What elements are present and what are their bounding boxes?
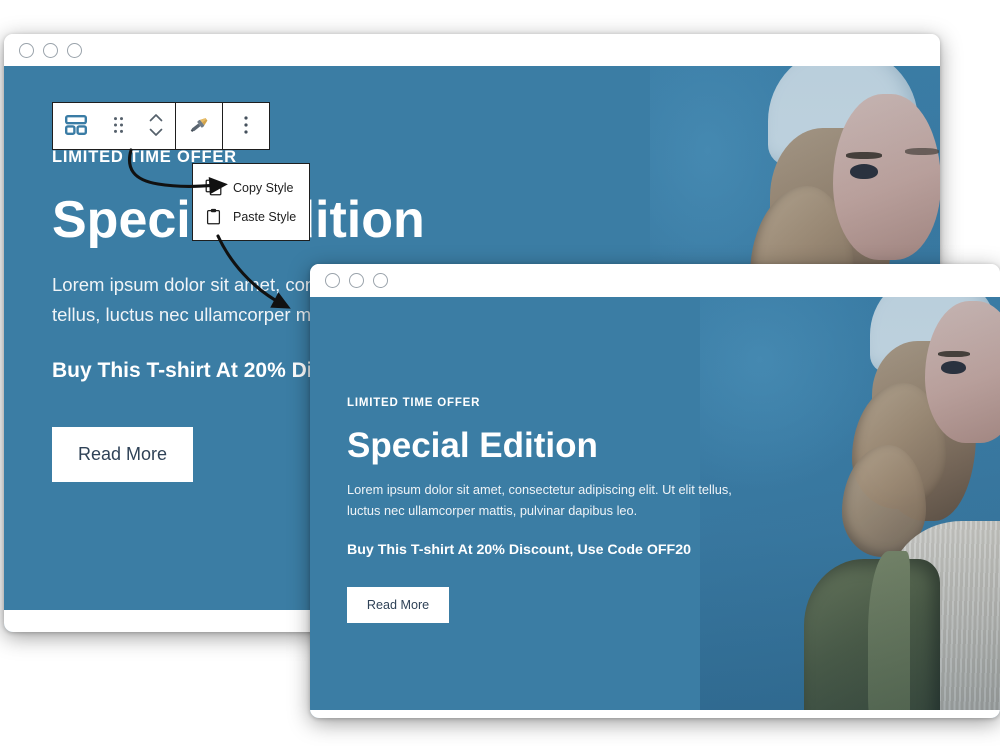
- hero-banner-front: LIMITED TIME OFFER Special Edition Lorem…: [310, 297, 1000, 718]
- window-minimize-dot[interactable]: [43, 42, 58, 58]
- hero-offer: Buy This T-shirt At 20% Discount, Use Co…: [347, 541, 691, 558]
- read-more-button[interactable]: Read More: [52, 426, 194, 482]
- hero-paragraph: Lorem ipsum dolor sit amet, consectetur …: [347, 482, 732, 518]
- drag-dots-icon: [113, 116, 124, 137]
- block-toolbar-group-styles: [176, 103, 223, 149]
- read-more-button[interactable]: Read More: [347, 587, 449, 624]
- window-maximize-dot[interactable]: [67, 42, 82, 58]
- hero-eyebrow: LIMITED TIME OFFER: [347, 397, 481, 409]
- menu-item-label: Copy Style: [233, 180, 294, 195]
- menu-item-copy-style[interactable]: Copy Style: [193, 173, 309, 202]
- style-dropdown-menu[interactable]: Copy Style Paste Style: [192, 163, 310, 241]
- copy-icon: [205, 179, 222, 196]
- browser-window-front[interactable]: LIMITED TIME OFFER Special Edition Lorem…: [310, 264, 1000, 718]
- hero-bottom-strip-front: [310, 710, 1000, 718]
- clipboard-icon: [205, 208, 222, 225]
- styles-button[interactable]: [176, 103, 222, 149]
- screenshot-stage: LIMITED TIME OFFER Special Edition Lorem…: [0, 0, 1000, 746]
- block-type-columns-button[interactable]: [53, 103, 99, 149]
- chevron-up-down-icon: [148, 112, 164, 141]
- window-minimize-dot[interactable]: [349, 273, 364, 288]
- hero-text-front: LIMITED TIME OFFER Special Edition Lorem…: [310, 297, 740, 624]
- model-figure: [700, 297, 1000, 718]
- drag-handle-button[interactable]: [99, 103, 137, 149]
- block-toolbar-group-options: [223, 103, 269, 149]
- options-button[interactable]: [223, 103, 269, 149]
- hero-title: Special Edition: [347, 426, 598, 465]
- more-vertical-icon: [243, 115, 249, 138]
- window-close-dot[interactable]: [325, 273, 340, 288]
- move-updown-button[interactable]: [137, 103, 175, 149]
- columns-layout-icon: [65, 114, 88, 138]
- block-toolbar[interactable]: [52, 102, 270, 150]
- menu-item-paste-style[interactable]: Paste Style: [193, 202, 309, 231]
- window-maximize-dot[interactable]: [373, 273, 388, 288]
- titlebar-front: [310, 264, 1000, 297]
- titlebar-back: [4, 34, 940, 66]
- menu-item-label: Paste Style: [233, 209, 297, 224]
- window-close-dot[interactable]: [19, 42, 34, 58]
- block-toolbar-group-block: [53, 103, 176, 149]
- paintbrush-icon: [187, 113, 211, 140]
- hero-photo-front: [700, 297, 1000, 718]
